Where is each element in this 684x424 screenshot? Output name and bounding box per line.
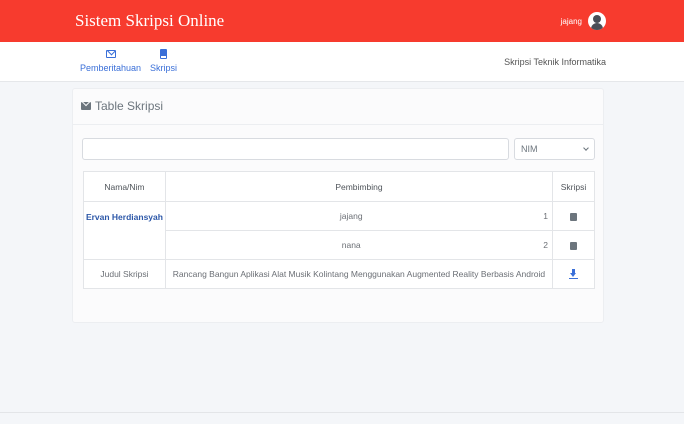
student-name-link[interactable]: Ervan Herdiansyah (86, 212, 163, 222)
column-header: Nama/Nim (83, 171, 166, 202)
table-row: Ervan Herdiansyah jajang 1 (83, 201, 595, 260)
panel-title: Table Skripsi (81, 99, 163, 113)
thesis-table: Nama/Nim Pembimbing Skripsi Ervan Herdia… (83, 171, 595, 289)
thesis-label: Judul Skripsi (83, 259, 166, 289)
user-menu[interactable]: jajang (561, 12, 606, 30)
supervisor-order: 1 (536, 201, 553, 231)
sub-navbar: Pemberitahuan Skripsi Skripsi Teknik Inf… (0, 42, 684, 82)
table-row: Judul Skripsi Rancang Bangun Aplikasi Al… (83, 259, 595, 289)
nav-item-label: Pemberitahuan (80, 63, 142, 73)
file-icon[interactable] (570, 212, 577, 221)
supervisor-name: jajang (164, 201, 537, 231)
department-label: Skripsi Teknik Informatika (504, 57, 606, 67)
column-header: Pembimbing (164, 171, 554, 202)
filter-selected-value: NIM (521, 144, 538, 154)
supervisor-order: 2 (536, 230, 553, 260)
avatar[interactable] (588, 12, 606, 30)
filter-select[interactable]: NIM (514, 138, 595, 160)
divider (73, 124, 603, 125)
chevron-down-icon (583, 145, 589, 151)
thesis-panel: Table Skripsi NIM Nama/Nim Pembimbing Sk… (72, 88, 604, 323)
table-header-row: Nama/Nim Pembimbing Skripsi (83, 171, 595, 202)
thesis-title: Rancang Bangun Aplikasi Alat Musik Kolin… (164, 259, 554, 289)
supervisor-name: nana (164, 230, 537, 260)
user-name[interactable]: jajang (561, 17, 582, 26)
nav-item-pemberitahuan[interactable]: Pemberitahuan (80, 48, 141, 73)
panel-title-text: Table Skripsi (95, 99, 164, 113)
download-cell (552, 259, 595, 289)
nav-item-skripsi[interactable]: Skripsi (150, 48, 177, 73)
footer-divider (0, 412, 684, 413)
search-input[interactable] (82, 138, 509, 160)
top-navbar: Sistem Skripsi Online jajang (0, 0, 684, 42)
envelope-icon (105, 48, 116, 60)
column-header: Skripsi (552, 171, 595, 202)
file-cell (552, 230, 595, 260)
book-icon (160, 48, 167, 60)
student-name-cell: Ervan Herdiansyah (83, 201, 166, 260)
download-icon[interactable] (569, 269, 578, 280)
app-title[interactable]: Sistem Skripsi Online (75, 11, 224, 31)
file-icon[interactable] (570, 241, 577, 250)
file-cell (552, 201, 595, 231)
envelope-icon (81, 102, 91, 110)
nav-item-label: Skripsi (150, 63, 178, 73)
